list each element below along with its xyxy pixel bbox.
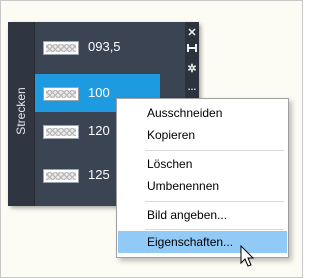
palette-item-label: 120: [88, 123, 110, 138]
settings-icon[interactable]: ✲: [185, 62, 199, 76]
mouse-cursor-icon: [240, 245, 255, 267]
more-icon[interactable]: …: [185, 80, 199, 94]
menu-item-specify-image[interactable]: Bild angeben...: [118, 204, 287, 226]
close-icon[interactable]: ✕: [185, 26, 199, 40]
palette-item-label: 125: [88, 167, 110, 182]
palette-tab[interactable]: Strecken: [8, 22, 35, 206]
menu-item-copy[interactable]: Kopieren: [118, 124, 287, 146]
menu-separator: [145, 150, 284, 151]
menu-separator: [145, 201, 284, 202]
menu-item-rename[interactable]: Umbenennen: [118, 175, 287, 197]
menu-separator: [145, 229, 284, 230]
line-pattern-swatch: [43, 169, 79, 183]
menu-item-properties[interactable]: Eigenschaften...: [118, 231, 287, 253]
menu-item-delete[interactable]: Löschen: [118, 153, 287, 175]
palette-item-label: 100: [88, 85, 110, 100]
context-menu: Ausschneiden Kopieren Löschen Umbenennen…: [116, 98, 289, 258]
line-pattern-swatch: [43, 87, 79, 101]
line-pattern-swatch: [43, 41, 79, 55]
pin-icon[interactable]: [185, 43, 199, 57]
palette-tab-label: Strecken: [14, 87, 28, 135]
palette-item-label: 093,5: [88, 39, 121, 54]
palette-item[interactable]: 093,5: [35, 28, 160, 66]
line-pattern-swatch: [43, 125, 79, 139]
menu-item-cut[interactable]: Ausschneiden: [118, 102, 287, 124]
